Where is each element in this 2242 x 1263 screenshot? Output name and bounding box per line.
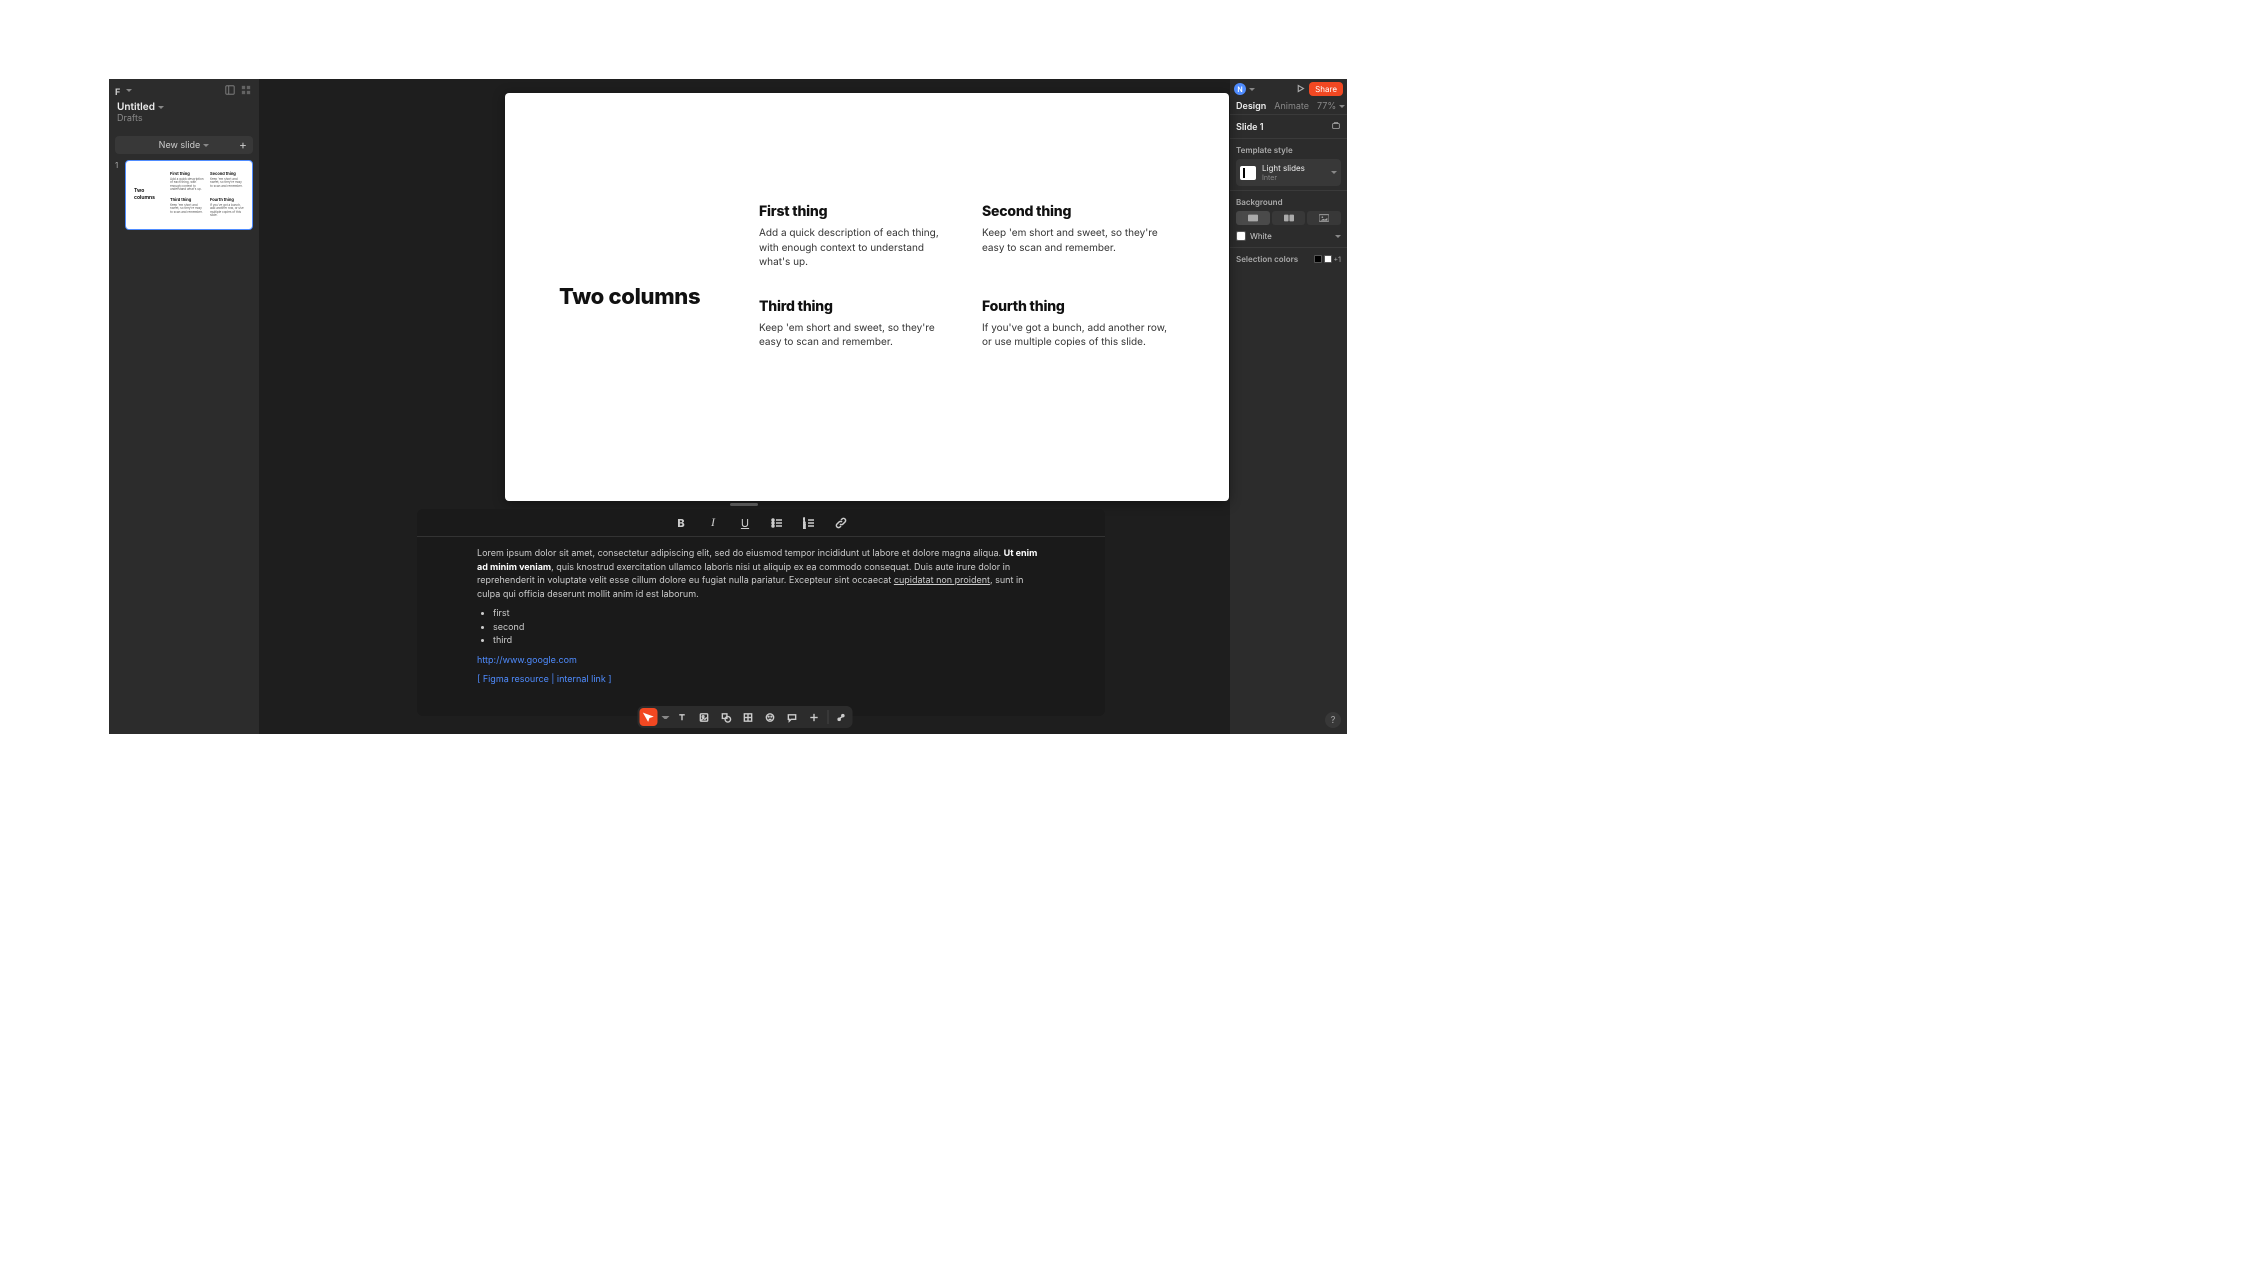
template-swatch-icon bbox=[1240, 166, 1256, 180]
cell-heading[interactable]: Third thing bbox=[759, 298, 952, 315]
left-panel: Untitled Drafts New slide + 1 Two column… bbox=[109, 79, 259, 734]
slide-title[interactable]: Two columns bbox=[559, 284, 700, 310]
list-item[interactable]: first bbox=[493, 607, 1045, 621]
bg-mode-split[interactable] bbox=[1272, 211, 1306, 225]
color-swatch-icon bbox=[1236, 231, 1246, 241]
bottom-toolbar bbox=[637, 706, 852, 728]
speaker-notes-panel: B I U 123 Lorem ipsum dolor sit amet, co… bbox=[417, 509, 1105, 716]
slide-settings-icon[interactable] bbox=[1331, 121, 1341, 134]
chevron-down-icon bbox=[1331, 171, 1337, 174]
main-menu-button[interactable] bbox=[115, 84, 132, 96]
cell-body[interactable]: Add a quick description of each thing, w… bbox=[759, 226, 952, 270]
cell-heading[interactable]: First thing bbox=[759, 203, 952, 220]
notes-toolbar: B I U 123 bbox=[417, 509, 1105, 537]
slide[interactable]: Two columns First thing Add a quick desc… bbox=[505, 93, 1229, 501]
comment-tool[interactable] bbox=[783, 708, 801, 726]
chevron-down-icon[interactable] bbox=[661, 716, 669, 719]
slide-cell[interactable]: Fourth thing If you've got a bunch, add … bbox=[982, 298, 1175, 350]
slide-cell[interactable]: Third thing Keep 'em short and sweet, so… bbox=[759, 298, 952, 350]
new-slide-button[interactable]: New slide + bbox=[115, 136, 253, 154]
chevron-down-icon bbox=[1339, 105, 1345, 108]
list-item[interactable]: second bbox=[493, 621, 1045, 635]
slide-name-label: Slide 1 bbox=[1236, 122, 1264, 133]
file-location[interactable]: Drafts bbox=[109, 113, 259, 130]
add-tool[interactable] bbox=[805, 708, 823, 726]
grid-view-button[interactable] bbox=[239, 83, 253, 97]
slide-thumbnail-1[interactable]: Two columns First thingAdd a quick descr… bbox=[125, 160, 253, 230]
selection-colors-heading: Selection colors bbox=[1236, 254, 1298, 264]
bold-button[interactable]: B bbox=[672, 514, 690, 532]
panel-layout-button[interactable] bbox=[223, 83, 237, 97]
user-avatar[interactable]: N bbox=[1234, 83, 1246, 95]
app-window: Untitled Drafts New slide + 1 Two column… bbox=[109, 79, 1347, 734]
tab-design[interactable]: Design bbox=[1236, 101, 1266, 112]
background-heading: Background bbox=[1236, 197, 1341, 207]
bg-mode-solid[interactable] bbox=[1236, 211, 1270, 225]
cell-body[interactable]: Keep 'em short and sweet, so they're eas… bbox=[759, 321, 952, 350]
chevron-down-icon bbox=[203, 144, 209, 147]
canvas[interactable]: Two columns First thing Add a quick desc… bbox=[259, 79, 1230, 734]
share-button[interactable]: Share bbox=[1309, 82, 1343, 96]
table-tool[interactable] bbox=[739, 708, 757, 726]
svg-text:3: 3 bbox=[803, 525, 806, 529]
right-panel: N Share Design Animate 77% Slide 1 bbox=[1230, 79, 1347, 734]
underline-button[interactable]: U bbox=[736, 514, 754, 532]
external-link[interactable]: http://www.google.com bbox=[477, 655, 577, 666]
list-item[interactable]: third bbox=[493, 634, 1045, 648]
bullet-list-button[interactable] bbox=[768, 514, 786, 532]
selection-color-chip[interactable] bbox=[1324, 255, 1332, 263]
move-tool[interactable] bbox=[639, 708, 657, 726]
background-color-picker[interactable]: White bbox=[1236, 229, 1341, 243]
help-button[interactable]: ? bbox=[1325, 712, 1341, 728]
cell-heading[interactable]: Fourth thing bbox=[982, 298, 1175, 315]
bg-mode-image[interactable] bbox=[1307, 211, 1341, 225]
slide-cell[interactable]: Second thing Keep 'em short and sweet, s… bbox=[982, 203, 1175, 270]
image-tool[interactable] bbox=[695, 708, 713, 726]
chevron-down-icon bbox=[158, 106, 164, 109]
link-button[interactable] bbox=[832, 514, 850, 532]
zoom-control[interactable]: 77% bbox=[1317, 101, 1345, 112]
slide-number: 1 bbox=[115, 160, 121, 230]
tab-animate[interactable]: Animate bbox=[1274, 101, 1309, 112]
internal-link[interactable]: [ Figma resource | internal link ] bbox=[477, 674, 612, 685]
cell-body[interactable]: If you've got a bunch, add another row, … bbox=[982, 321, 1175, 350]
selection-color-chip[interactable] bbox=[1314, 255, 1322, 263]
text-tool[interactable] bbox=[673, 708, 691, 726]
shape-tool[interactable] bbox=[717, 708, 735, 726]
present-button[interactable] bbox=[1296, 82, 1305, 96]
sticker-tool[interactable] bbox=[761, 708, 779, 726]
chevron-down-icon bbox=[1335, 235, 1341, 238]
numbered-list-button[interactable]: 123 bbox=[800, 514, 818, 532]
cell-heading[interactable]: Second thing bbox=[982, 203, 1175, 220]
template-style-heading: Template style bbox=[1236, 145, 1341, 155]
speaker-notes-editor[interactable]: Lorem ipsum dolor sit amet, consectetur … bbox=[417, 537, 1105, 716]
interactions-tool[interactable] bbox=[832, 708, 850, 726]
slide-cell[interactable]: First thing Add a quick description of e… bbox=[759, 203, 952, 270]
notes-resize-handle[interactable] bbox=[730, 503, 758, 506]
figma-logo-icon bbox=[115, 84, 123, 96]
selection-color-more[interactable]: +1 bbox=[1334, 255, 1341, 264]
italic-button[interactable]: I bbox=[704, 514, 722, 532]
plus-icon[interactable]: + bbox=[239, 139, 247, 151]
template-style-picker[interactable]: Light slides Inter bbox=[1236, 159, 1341, 186]
chevron-down-icon[interactable] bbox=[1249, 88, 1255, 91]
file-title[interactable]: Untitled bbox=[117, 101, 251, 113]
cell-body[interactable]: Keep 'em short and sweet, so they're eas… bbox=[982, 226, 1175, 255]
chevron-down-icon bbox=[126, 89, 132, 92]
